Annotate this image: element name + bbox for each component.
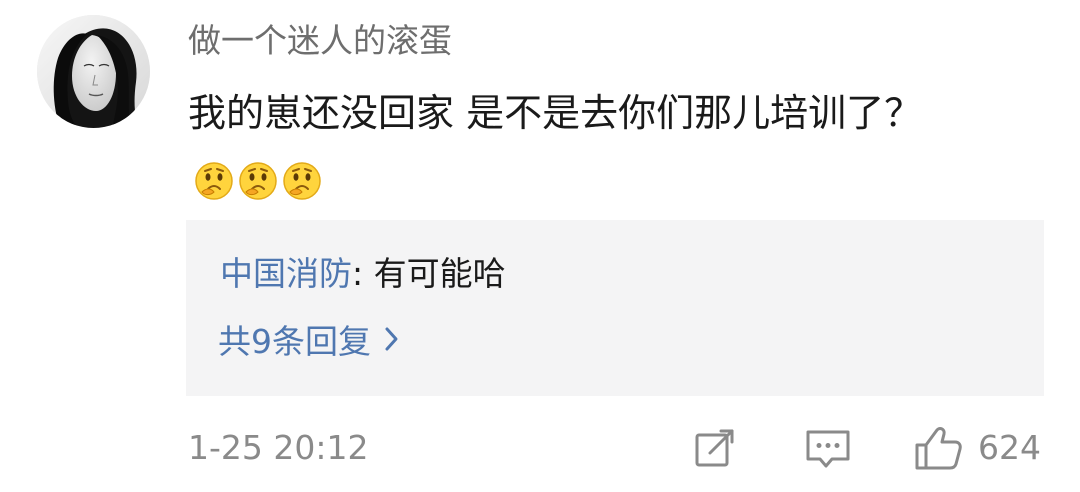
thinking-face-icon [239,162,277,200]
reply-separator: : [352,254,374,293]
more-replies-label: 共9条回复 [218,322,371,361]
avatar-image [37,15,150,128]
comment-text: 我的崽还没回家 是不是去你们那儿培训了？ [188,91,923,135]
comment-icon [806,430,850,468]
reply-line: 中国消防: 有可能哈 [220,250,506,298]
comment-timestamp: 1-25 20:12 [188,428,369,467]
like-count: 624 [978,428,1041,467]
thinking-face-icon [283,162,321,200]
reply-preview-box[interactable]: 中国消防: 有可能哈 共9条回复 [186,220,1044,396]
more-replies-link[interactable]: 共9条回复 [218,318,401,366]
comment-button[interactable] [800,420,856,476]
share-button[interactable] [686,420,742,476]
reply-text: 有可能哈 [373,254,506,293]
thumbs-up-icon [915,427,962,470]
chevron-right-icon [385,327,398,351]
share-icon [695,429,734,467]
like-button[interactable]: 624 [912,420,1042,476]
thinking-face-icon [195,162,233,200]
avatar[interactable] [37,15,150,128]
comment-emoji-row [194,161,322,201]
comment-text-block: 我的崽还没回家 是不是去你们那儿培训了？ [188,80,998,212]
comment-username[interactable]: 做一个迷人的滚蛋 [188,17,452,65]
reply-author[interactable]: 中国消防 [220,254,352,293]
